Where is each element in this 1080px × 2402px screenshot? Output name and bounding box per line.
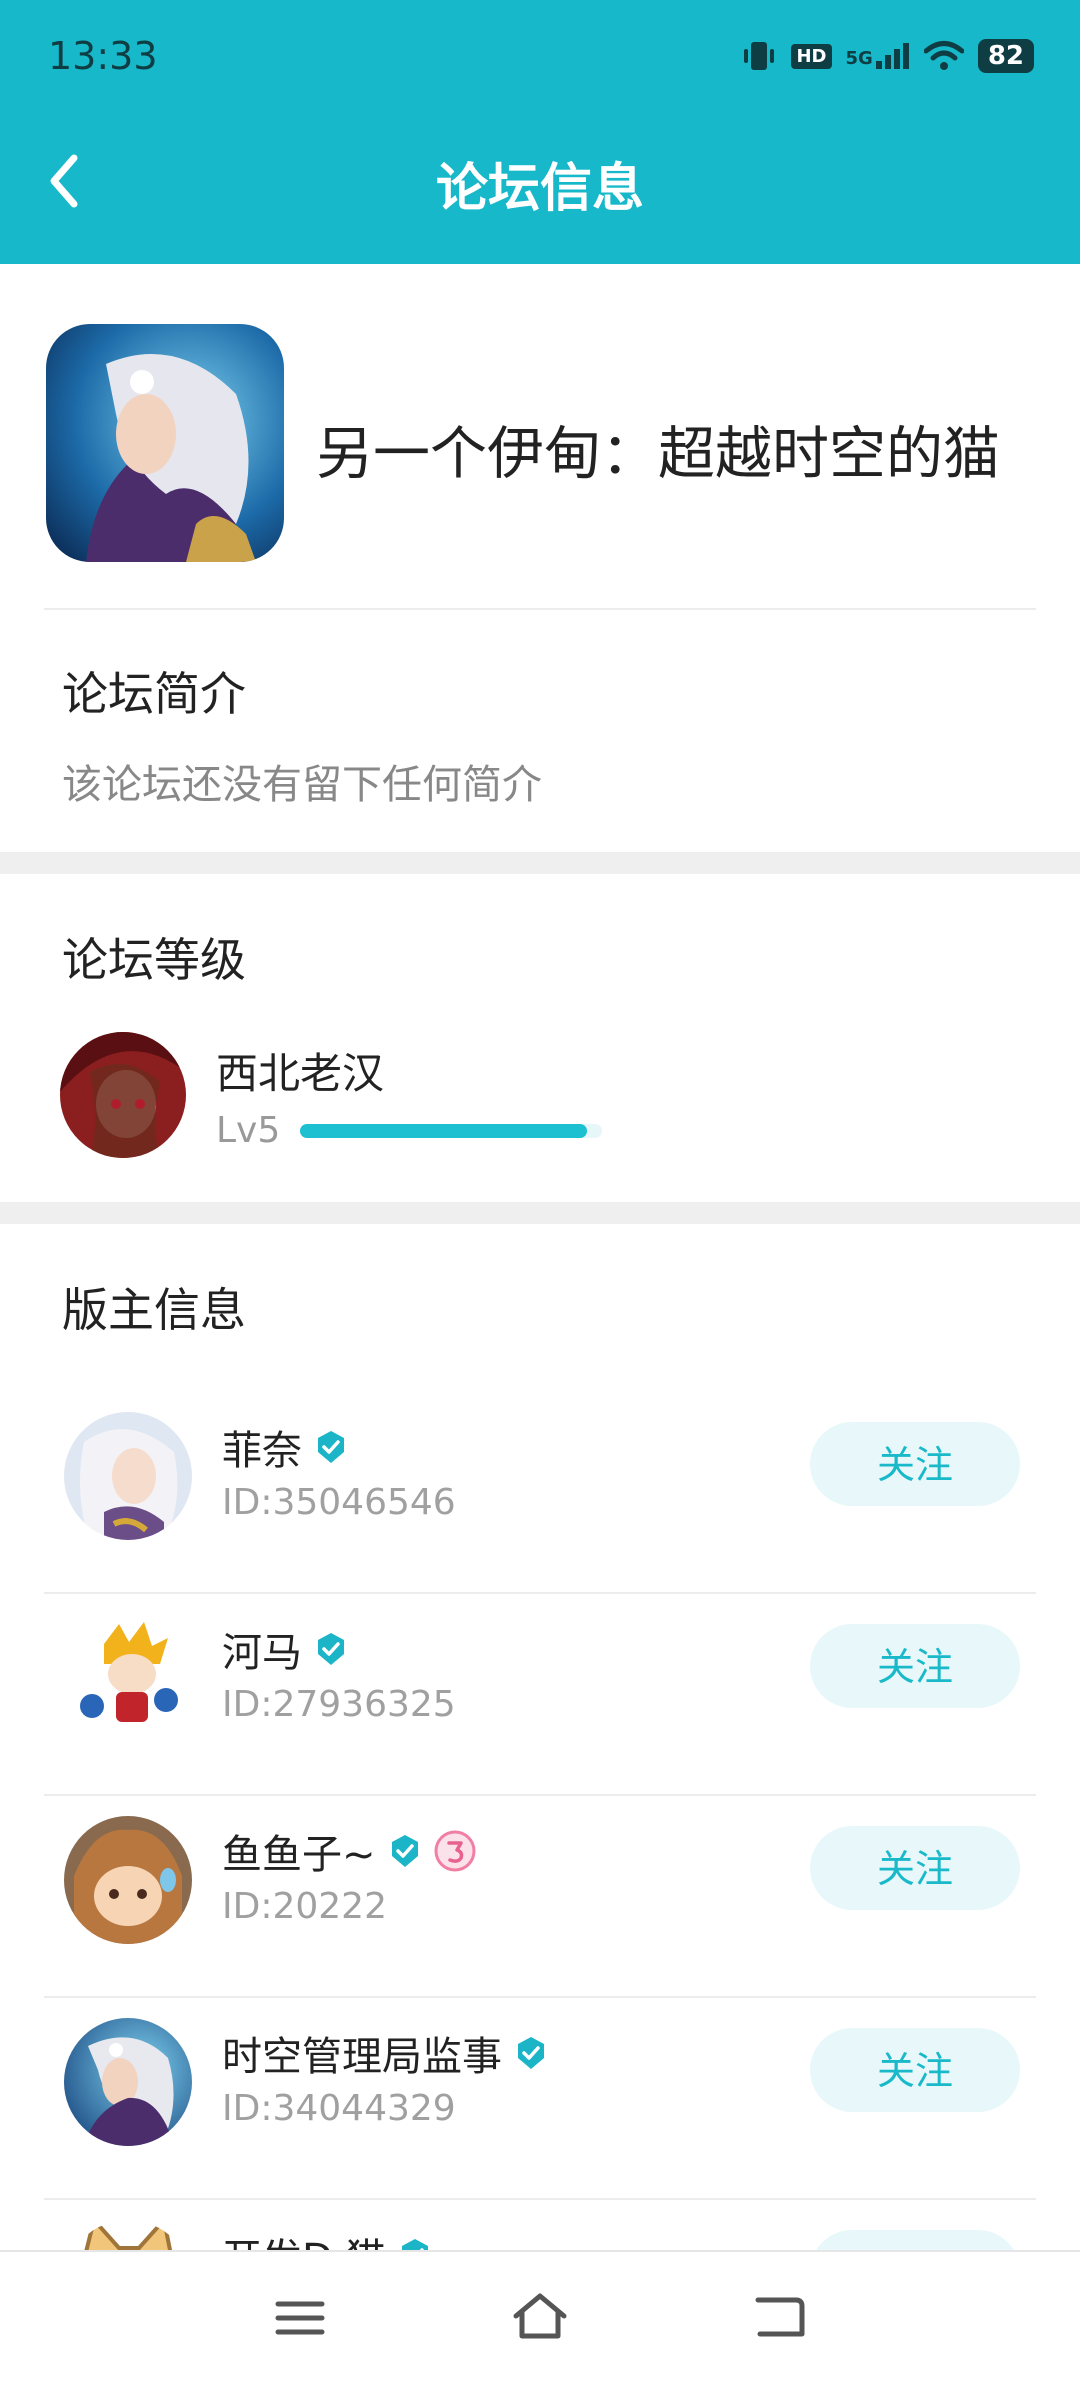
battery-indicator: 82 [977, 39, 1034, 73]
moderator-row: 时空管理局监事 ID:34044329 关注 [0, 2000, 1080, 2200]
menu-icon[interactable] [268, 2286, 332, 2350]
moderator-id: ID:20222 [222, 1886, 387, 1927]
follow-button[interactable]: 关注 [810, 2028, 1020, 2112]
moderator-id: ID:34044329 [222, 2088, 456, 2129]
moderator-avatar[interactable] [64, 1614, 192, 1742]
moderator-name: 菲奈 [222, 1418, 348, 1476]
signal-icon: 5G [846, 43, 910, 69]
row-divider [44, 2198, 1036, 2200]
moderator-name: 时空管理局监事 [222, 2024, 548, 2082]
row-divider [44, 1592, 1036, 1594]
moderator-name: 河马 [222, 1620, 348, 1678]
moderator-avatar[interactable] [64, 1816, 192, 1944]
level-user-name: 西北老汉 [216, 1049, 385, 1098]
user-avatar[interactable] [60, 1032, 186, 1158]
status-icons: HD 5G 82 [741, 38, 1034, 74]
moderator-avatar[interactable] [64, 1412, 192, 1540]
forum-name: 另一个伊甸：超越时空的猫 [316, 421, 1000, 487]
hd-icon: HD [791, 43, 832, 69]
home-icon[interactable] [508, 2286, 572, 2350]
intro-text: 该论坛还没有留下任何简介 [62, 762, 542, 808]
moderator-name-text: 鱼鱼子~ [222, 1832, 376, 1878]
moderator-avatar[interactable] [64, 2018, 192, 2146]
divider [44, 608, 1036, 610]
verified-badge-icon [318, 1633, 344, 1665]
system-navigation-bar [0, 2250, 1080, 2378]
intro-heading: 论坛简介 [62, 667, 246, 721]
moderator-row: 河马 ID:27936325 关注 [0, 1596, 1080, 1796]
moderators-heading: 版主信息 [62, 1283, 246, 1337]
status-time: 13:33 [48, 34, 158, 78]
moderator-id: ID:27936325 [222, 1684, 456, 1725]
level-progress-bar [300, 1124, 602, 1138]
level-label: Lv5 [216, 1110, 281, 1151]
follow-button[interactable]: 关注 [810, 1826, 1020, 1910]
section-separator [0, 1202, 1080, 1224]
moderator-row: 鱼鱼子~ ID:20222 关注 [0, 1798, 1080, 1998]
level-medal-icon [434, 1830, 476, 1872]
network-type: 5G [845, 48, 873, 69]
follow-button[interactable]: 关注 [810, 1624, 1020, 1708]
app-header: 13:33 HD 5G 82 论坛信息 [0, 0, 1080, 264]
level-heading: 论坛等级 [62, 933, 246, 987]
moderator-name-text: 河马 [222, 1630, 302, 1676]
verified-badge-icon [318, 1431, 344, 1463]
section-separator [0, 852, 1080, 874]
row-divider [44, 1794, 1036, 1796]
moderator-name-text: 菲奈 [222, 1428, 302, 1474]
follow-button[interactable]: 关注 [810, 1422, 1020, 1506]
page-title: 论坛信息 [435, 159, 644, 219]
verified-badge-icon [518, 2037, 544, 2069]
moderator-name-text: 时空管理局监事 [222, 2034, 502, 2080]
forum-icon [46, 324, 284, 562]
wifi-icon [923, 41, 964, 70]
back-nav-icon[interactable] [748, 2286, 812, 2350]
moderator-id: ID:35046546 [222, 1482, 456, 1523]
row-divider [44, 1996, 1036, 1998]
verified-badge-icon [391, 1835, 418, 1867]
level-progress-fill [300, 1124, 587, 1138]
vibrate-icon [744, 42, 775, 70]
moderator-name: 鱼鱼子~ [222, 1822, 476, 1880]
moderator-row: 菲奈 ID:35046546 关注 [0, 1394, 1080, 1594]
